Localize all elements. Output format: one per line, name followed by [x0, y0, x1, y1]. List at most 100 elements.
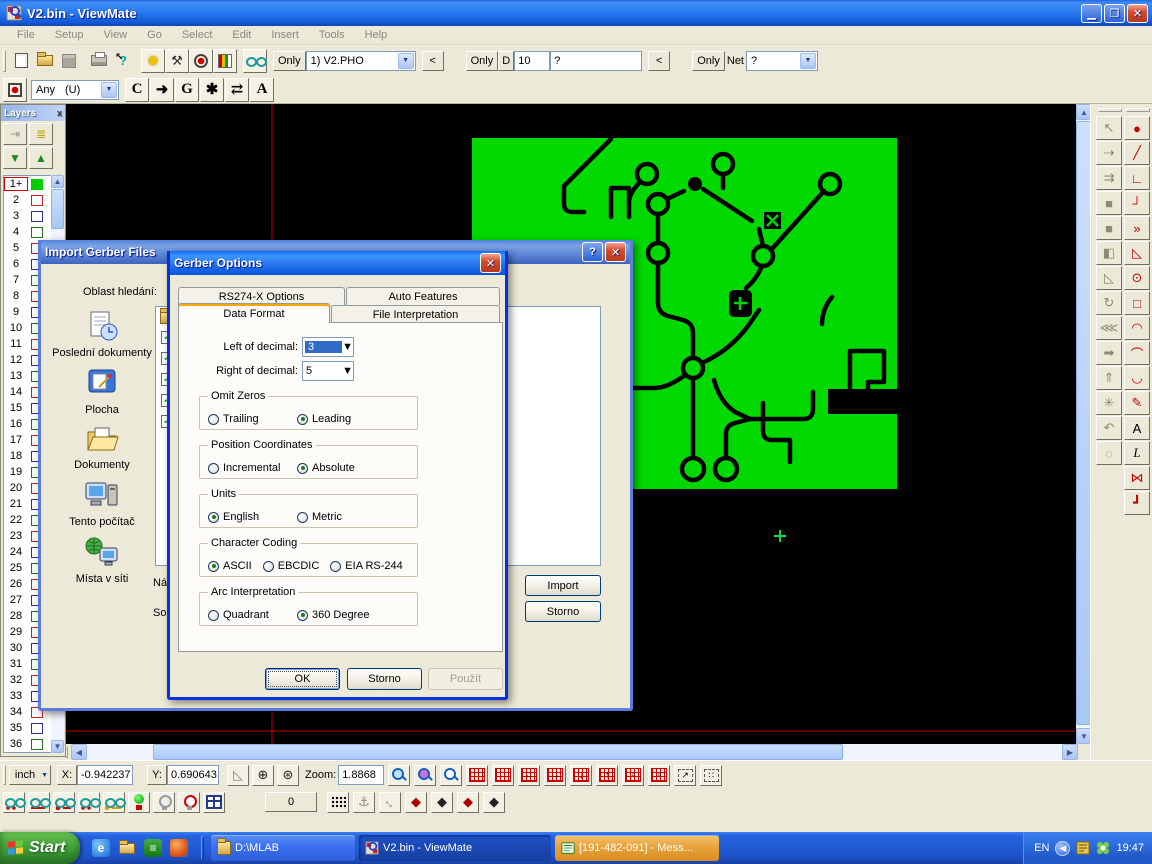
- radio-ebcdic[interactable]: EBCDIC: [263, 556, 320, 576]
- minimize-button[interactable]: ▁: [1081, 4, 1102, 23]
- radio-ascii[interactable]: ASCII: [208, 556, 252, 576]
- radio-icon[interactable]: [208, 414, 219, 425]
- menu-go[interactable]: Go: [138, 27, 171, 43]
- curve-tool-icon[interactable]: ⌒: [1124, 341, 1150, 365]
- diagonal-move-icon[interactable]: ↔: [379, 792, 401, 813]
- pan-down-icon[interactable]: ↓: [570, 765, 592, 786]
- layer-row-2[interactable]: 2: [4, 192, 52, 208]
- layer-row-36[interactable]: 36: [4, 736, 52, 752]
- radio-english[interactable]: English: [208, 507, 297, 527]
- radio-trailing[interactable]: Trailing: [208, 409, 297, 429]
- zoom-field[interactable]: 1.8868: [338, 765, 384, 785]
- menu-edit[interactable]: Edit: [223, 27, 260, 43]
- zoom-in-icon[interactable]: [388, 765, 410, 786]
- firefox-icon[interactable]: [170, 839, 188, 857]
- task-viewmate[interactable]: V2.bin - ViewMate: [359, 835, 551, 861]
- polyline-tool-icon[interactable]: ∟: [1124, 166, 1150, 190]
- menu-file[interactable]: File: [8, 27, 44, 43]
- lamp-probe-icon[interactable]: [178, 792, 200, 813]
- pan-right-icon[interactable]: →: [544, 765, 566, 786]
- grid-snap-icon[interactable]: [466, 765, 488, 786]
- measure-tool-button[interactable]: ⚒: [165, 49, 189, 73]
- triangle-tool-icon[interactable]: ◺: [1124, 241, 1150, 265]
- radio-icon[interactable]: [297, 512, 308, 523]
- circle-aperture-button[interactable]: C: [125, 78, 149, 102]
- import-button[interactable]: Import: [525, 575, 601, 596]
- radio-eia-rs-244[interactable]: EIA RS-244: [330, 556, 402, 576]
- dcode-button[interactable]: D: [498, 51, 514, 71]
- place-desktop[interactable]: Plocha: [51, 367, 153, 416]
- layer-color-swatch[interactable]: [31, 195, 43, 206]
- ok-button[interactable]: OK: [265, 668, 340, 690]
- radio-incremental[interactable]: Incremental: [208, 458, 297, 478]
- radio-icon[interactable]: [297, 463, 308, 474]
- rotate-icon[interactable]: ↻: [1096, 291, 1122, 315]
- move-vertices-icon[interactable]: ⇉: [1096, 166, 1122, 190]
- radio-icon[interactable]: [208, 610, 219, 621]
- pad-view-button[interactable]: [189, 49, 213, 73]
- new-file-button[interactable]: [9, 49, 33, 73]
- radio-quadrant[interactable]: Quadrant: [208, 605, 297, 625]
- menu-select[interactable]: Select: [173, 27, 222, 43]
- radio-icon[interactable]: [297, 414, 308, 425]
- grid-full-icon[interactable]: [492, 765, 514, 786]
- unit-combo[interactable]: inch ▼: [9, 765, 51, 785]
- filled-rect-2-icon[interactable]: ■: [1096, 216, 1122, 240]
- context-help-button[interactable]: ?: [111, 49, 135, 73]
- place-documents[interactable]: Dokumenty: [51, 424, 153, 471]
- toolbar-handle[interactable]: [1098, 108, 1122, 112]
- settings-icon[interactable]: ✳: [1096, 391, 1122, 415]
- place-my-computer[interactable]: Tento počítač: [51, 479, 153, 528]
- dot-select-icon[interactable]: ∷: [700, 765, 722, 786]
- view-sketch-icon[interactable]: [103, 792, 125, 813]
- tab-data-format[interactable]: Data Format: [178, 303, 330, 323]
- gerber-dialog-titlebar[interactable]: Gerber Options ✕: [170, 251, 505, 275]
- menu-insert[interactable]: Insert: [262, 27, 308, 43]
- notes-tray-icon[interactable]: [1076, 841, 1090, 855]
- select-cursor-icon[interactable]: ↖: [1096, 116, 1122, 140]
- toolbar-grip[interactable]: [3, 50, 6, 72]
- mirror-icon[interactable]: ◧: [1096, 241, 1122, 265]
- toolbar-handle[interactable]: [1126, 108, 1150, 112]
- label-tool-icon[interactable]: L: [1124, 441, 1150, 465]
- merge-layer-button[interactable]: ⇥: [3, 123, 27, 145]
- layer-color-swatch[interactable]: [31, 739, 43, 750]
- ie-icon[interactable]: e: [92, 839, 110, 857]
- radio-icon[interactable]: [263, 561, 274, 572]
- grid-dots-icon[interactable]: [327, 792, 349, 813]
- help-button[interactable]: ?: [582, 242, 603, 262]
- net-combo[interactable]: ? ▼: [746, 51, 818, 71]
- view-traces-icon[interactable]: [28, 792, 50, 813]
- text-button[interactable]: A: [250, 78, 274, 102]
- layer-row-35[interactable]: 35: [4, 720, 52, 736]
- hook-tool-icon[interactable]: ┛: [1124, 491, 1150, 515]
- layer-color-swatch[interactable]: [31, 179, 43, 190]
- probe-icon[interactable]: ⊛: [277, 765, 299, 786]
- layer-color-swatch[interactable]: [31, 211, 43, 222]
- layer-row-4[interactable]: 4: [4, 224, 52, 240]
- chevron-down-icon[interactable]: ▼: [398, 53, 414, 69]
- y-coord-field[interactable]: 0.690643: [167, 765, 219, 785]
- radio-icon[interactable]: [297, 610, 308, 621]
- prev-layer-button[interactable]: <: [422, 51, 444, 71]
- arc2-tool-icon[interactable]: ◡: [1124, 366, 1150, 390]
- layer-color-swatch[interactable]: [31, 227, 43, 238]
- layer-color-swatch[interactable]: [31, 723, 43, 734]
- x-coord-field[interactable]: -0.942237: [77, 765, 133, 785]
- grid-offset-icon[interactable]: ▫: [648, 765, 670, 786]
- y-coord-button[interactable]: Y:: [147, 765, 167, 785]
- pad-corner-icon[interactable]: ◆: [483, 792, 505, 813]
- dcode-filter-field[interactable]: ?: [550, 51, 642, 71]
- layer-row-1+[interactable]: 1+: [4, 176, 52, 192]
- restore-button[interactable]: ❐: [1104, 4, 1125, 23]
- pad-dark-icon[interactable]: ◆: [431, 792, 453, 813]
- left-of-decimal-combo[interactable]: 3▼: [302, 337, 354, 357]
- prev-dcode-button[interactable]: <: [648, 51, 670, 71]
- grid-origin-icon[interactable]: ▫: [622, 765, 644, 786]
- tile-windows-icon[interactable]: [203, 792, 225, 813]
- x-coord-button[interactable]: X:: [57, 765, 77, 785]
- select-any-button[interactable]: [3, 78, 27, 102]
- flash-button[interactable]: ✱: [200, 78, 224, 102]
- radio-leading[interactable]: Leading: [297, 409, 386, 429]
- layer-row-3[interactable]: 3: [4, 208, 52, 224]
